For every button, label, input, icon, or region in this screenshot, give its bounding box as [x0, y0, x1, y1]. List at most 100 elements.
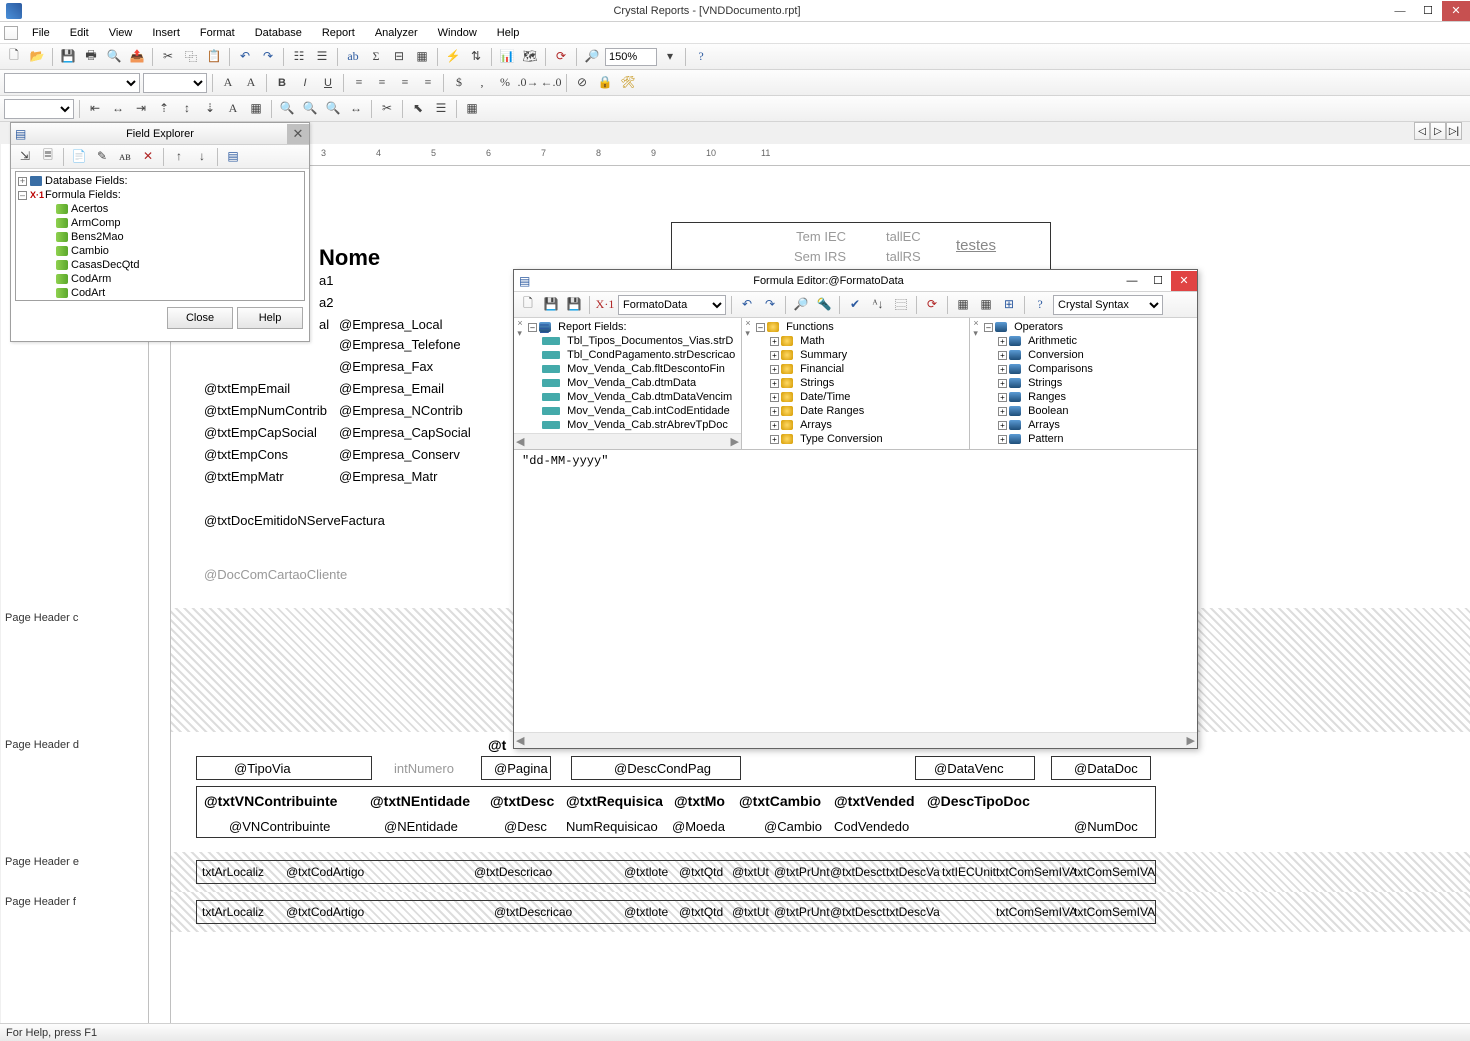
field-txtempnumcontrib[interactable]: @txtEmpNumContrib — [201, 402, 330, 419]
formula-editor-minimize-button[interactable]: — — [1119, 271, 1145, 291]
help-icon[interactable]: ? — [691, 47, 711, 67]
field-empresa-telefone[interactable]: @Empresa_Telefone — [336, 336, 464, 353]
field-empresa-email[interactable]: @Empresa_Email — [336, 380, 447, 397]
field-explorer-titlebar[interactable]: ▤ Field Explorer ✕ — [11, 123, 309, 145]
formula-code-area[interactable]: "dd-MM-yyyy" — [514, 450, 1197, 732]
field-numdoc[interactable]: @NumDoc — [1071, 818, 1141, 835]
cut-icon[interactable]: ✂ — [158, 47, 178, 67]
field-tipovia[interactable]: @TipoVia — [231, 760, 294, 777]
tree-item[interactable]: Conversion — [1028, 349, 1084, 361]
tree-item[interactable]: Cambio — [71, 245, 109, 257]
tree-item[interactable]: Acertos — [71, 203, 108, 215]
fe2-check-icon[interactable]: X·1 — [595, 295, 615, 315]
fe2-sort-icon[interactable]: ᴬ↓ — [868, 295, 888, 315]
field-local-prefix[interactable]: al — [316, 316, 332, 333]
maximize-button[interactable]: ☐ — [1414, 1, 1442, 21]
fe-browse-icon[interactable]: 🗏 — [38, 147, 58, 167]
toggle-group-tree-icon[interactable]: ☷ — [289, 47, 309, 67]
hand-tool-icon[interactable]: ☰ — [431, 99, 451, 119]
field-phf-qtd[interactable]: @txtQtd — [676, 904, 726, 920]
chart-icon[interactable]: 📊 — [497, 47, 517, 67]
field-tallec[interactable]: tallEC — [883, 228, 924, 245]
expand-icon[interactable]: + — [770, 393, 779, 402]
tree-item[interactable]: Date Ranges — [800, 405, 864, 417]
field-empresa-matr[interactable]: @Empresa_Matr — [336, 468, 440, 485]
field-empresa-fax[interactable]: @Empresa_Fax — [336, 358, 436, 375]
dec-decimal-icon[interactable]: ←.0 — [541, 73, 561, 93]
field-nentidade[interactable]: @NEntidade — [381, 818, 461, 835]
section-label-phe[interactable]: Page Header e — [5, 856, 145, 868]
font-color-icon[interactable]: A — [218, 73, 238, 93]
fe2-find-icon[interactable]: 🔦 — [814, 295, 834, 315]
collapse-icon[interactable]: – — [756, 323, 765, 332]
field-phf-codartigo[interactable]: @txtCodArtigo — [283, 904, 367, 920]
fe-moveup-icon[interactable]: ↑ — [169, 147, 189, 167]
field-txtempemail[interactable]: @txtEmpEmail — [201, 380, 293, 397]
field-intnumero[interactable]: intNumero — [391, 760, 457, 777]
lock-format-icon[interactable]: 🔒 — [595, 73, 615, 93]
fe2-save-close-icon[interactable]: 🗋 — [518, 295, 538, 315]
fe2-help-icon[interactable]: ? — [1030, 295, 1050, 315]
syntax-combo[interactable]: Crystal Syntax — [1053, 295, 1163, 315]
expand-icon[interactable]: + — [18, 177, 27, 186]
tree-item[interactable]: Mov_Venda_Cab.dtmData — [567, 377, 696, 389]
tree-item[interactable]: Tbl_CondPagamento.strDescricao — [567, 349, 735, 361]
field-explorer-tree[interactable]: +Database Fields: –X·1Formula Fields: Ac… — [15, 171, 305, 301]
fe2-toggle-icon[interactable]: ⟳ — [922, 295, 942, 315]
table-icon[interactable]: ▦ — [462, 99, 482, 119]
field-phf-ut[interactable]: @txtUt — [729, 904, 772, 920]
suppress-icon[interactable]: ⊘ — [572, 73, 592, 93]
expand-icon[interactable]: + — [770, 435, 779, 444]
close-button[interactable]: ✕ — [1442, 1, 1470, 21]
field-datavenc[interactable]: @DataVenc — [931, 760, 1007, 777]
redo-icon[interactable]: ↷ — [258, 47, 278, 67]
align-tops-icon[interactable]: ⇡ — [154, 99, 174, 119]
collapse-icon[interactable]: – — [18, 191, 27, 200]
field-phf-comsemiva1[interactable]: txtComSemIVA — [993, 904, 1080, 920]
underline-icon[interactable]: U — [318, 73, 338, 93]
tree-item[interactable]: Type Conversion — [800, 433, 883, 445]
zoom-width-icon[interactable]: ↔ — [346, 99, 366, 119]
find-icon[interactable]: 🔎 — [582, 47, 602, 67]
align-left-icon[interactable]: ≡ — [349, 73, 369, 93]
field-at[interactable]: @t — [485, 736, 509, 754]
expand-icon[interactable]: + — [998, 393, 1007, 402]
open-icon[interactable]: 📂 — [27, 47, 47, 67]
tree-item[interactable]: Boolean — [1028, 405, 1068, 417]
field-phf-descva[interactable]: txtDescVa — [883, 904, 943, 920]
field-phe-descricao[interactable]: @txtDescricao — [471, 864, 555, 880]
zoom-combo[interactable]: 150% — [605, 48, 657, 66]
expand-icon[interactable]: + — [770, 337, 779, 346]
field-pagina[interactable]: @Pagina — [491, 760, 551, 777]
tree-formula-fields[interactable]: Formula Fields: — [45, 189, 121, 201]
fe2-tree-icon[interactable]: ⿳ — [891, 295, 911, 315]
field-txtvended[interactable]: @txtVended — [831, 792, 918, 810]
field-explorer-close-footer-button[interactable]: Close — [167, 307, 233, 329]
field-desctipodoc[interactable]: @DescTipoDoc — [924, 792, 1033, 810]
field-nome[interactable]: Nome — [316, 244, 383, 272]
align-center-icon[interactable]: ≡ — [372, 73, 392, 93]
menu-report[interactable]: Report — [312, 25, 365, 41]
map-icon[interactable]: 🗺 — [520, 47, 540, 67]
field-phf-descricao[interactable]: @txtDescricao — [491, 904, 575, 920]
grid-icon[interactable]: ▦ — [246, 99, 266, 119]
percent-icon[interactable]: % — [495, 73, 515, 93]
tree-item[interactable]: Arrays — [1028, 419, 1060, 431]
expand-icon[interactable]: + — [998, 365, 1007, 374]
field-phf-prunt[interactable]: @txtPrUnt — [771, 904, 833, 920]
field-phe-lote[interactable]: @txtlote — [621, 864, 671, 880]
field-empresa-local[interactable]: @Empresa_Local — [336, 316, 446, 333]
fe2-save-icon[interactable]: 💾 — [541, 295, 561, 315]
field-doccartao[interactable]: @DocComCartaoCliente — [201, 566, 350, 583]
tree-item[interactable]: Math — [800, 335, 824, 347]
zoom-fit-icon[interactable]: 🔍 — [323, 99, 343, 119]
align-rights-icon[interactable]: ⇥ — [131, 99, 151, 119]
tree-item[interactable]: Mov_Venda_Cab.fltDescontoFin — [567, 363, 725, 375]
fe2-bookmark-icon[interactable]: ✔ — [845, 295, 865, 315]
formula-editor-titlebar[interactable]: ▤ Formula Editor:@FormatoData — ☐ ✕ — [514, 270, 1197, 292]
thousands-icon[interactable]: , — [472, 73, 492, 93]
tree-item[interactable]: Ranges — [1028, 391, 1066, 403]
field-tallrs[interactable]: tallRS — [883, 248, 924, 265]
field-phe-descva[interactable]: txtDescVa — [883, 864, 943, 880]
tree-item[interactable]: Pattern — [1028, 433, 1063, 445]
